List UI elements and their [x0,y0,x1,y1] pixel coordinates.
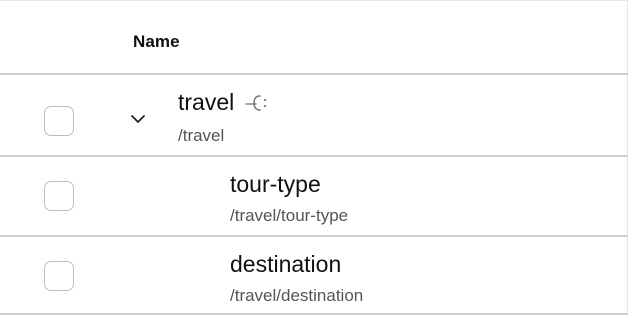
row-path: /travel/destination [230,286,364,305]
row-path: /travel/tour-type [230,206,349,225]
row-name[interactable]: tour-type [230,173,321,196]
chevron-down-icon[interactable] [128,112,148,126]
namespace-table: Name travel /travel tour-type /travel/to… [0,0,628,316]
row-path: /travel [178,126,225,145]
edit-icon[interactable] [244,92,268,114]
row-name[interactable]: destination [230,253,341,276]
table-row[interactable]: travel /travel [0,75,628,157]
row-checkbox[interactable] [44,261,74,291]
table-row[interactable]: tour-type /travel/tour-type [0,157,628,237]
row-name[interactable]: travel [178,91,234,114]
row-checkbox[interactable] [44,181,74,211]
column-header-name[interactable]: Name [133,32,180,52]
table-header: Name [0,1,628,75]
table-row[interactable]: destination /travel/destination [0,237,628,315]
row-checkbox[interactable] [44,106,74,136]
